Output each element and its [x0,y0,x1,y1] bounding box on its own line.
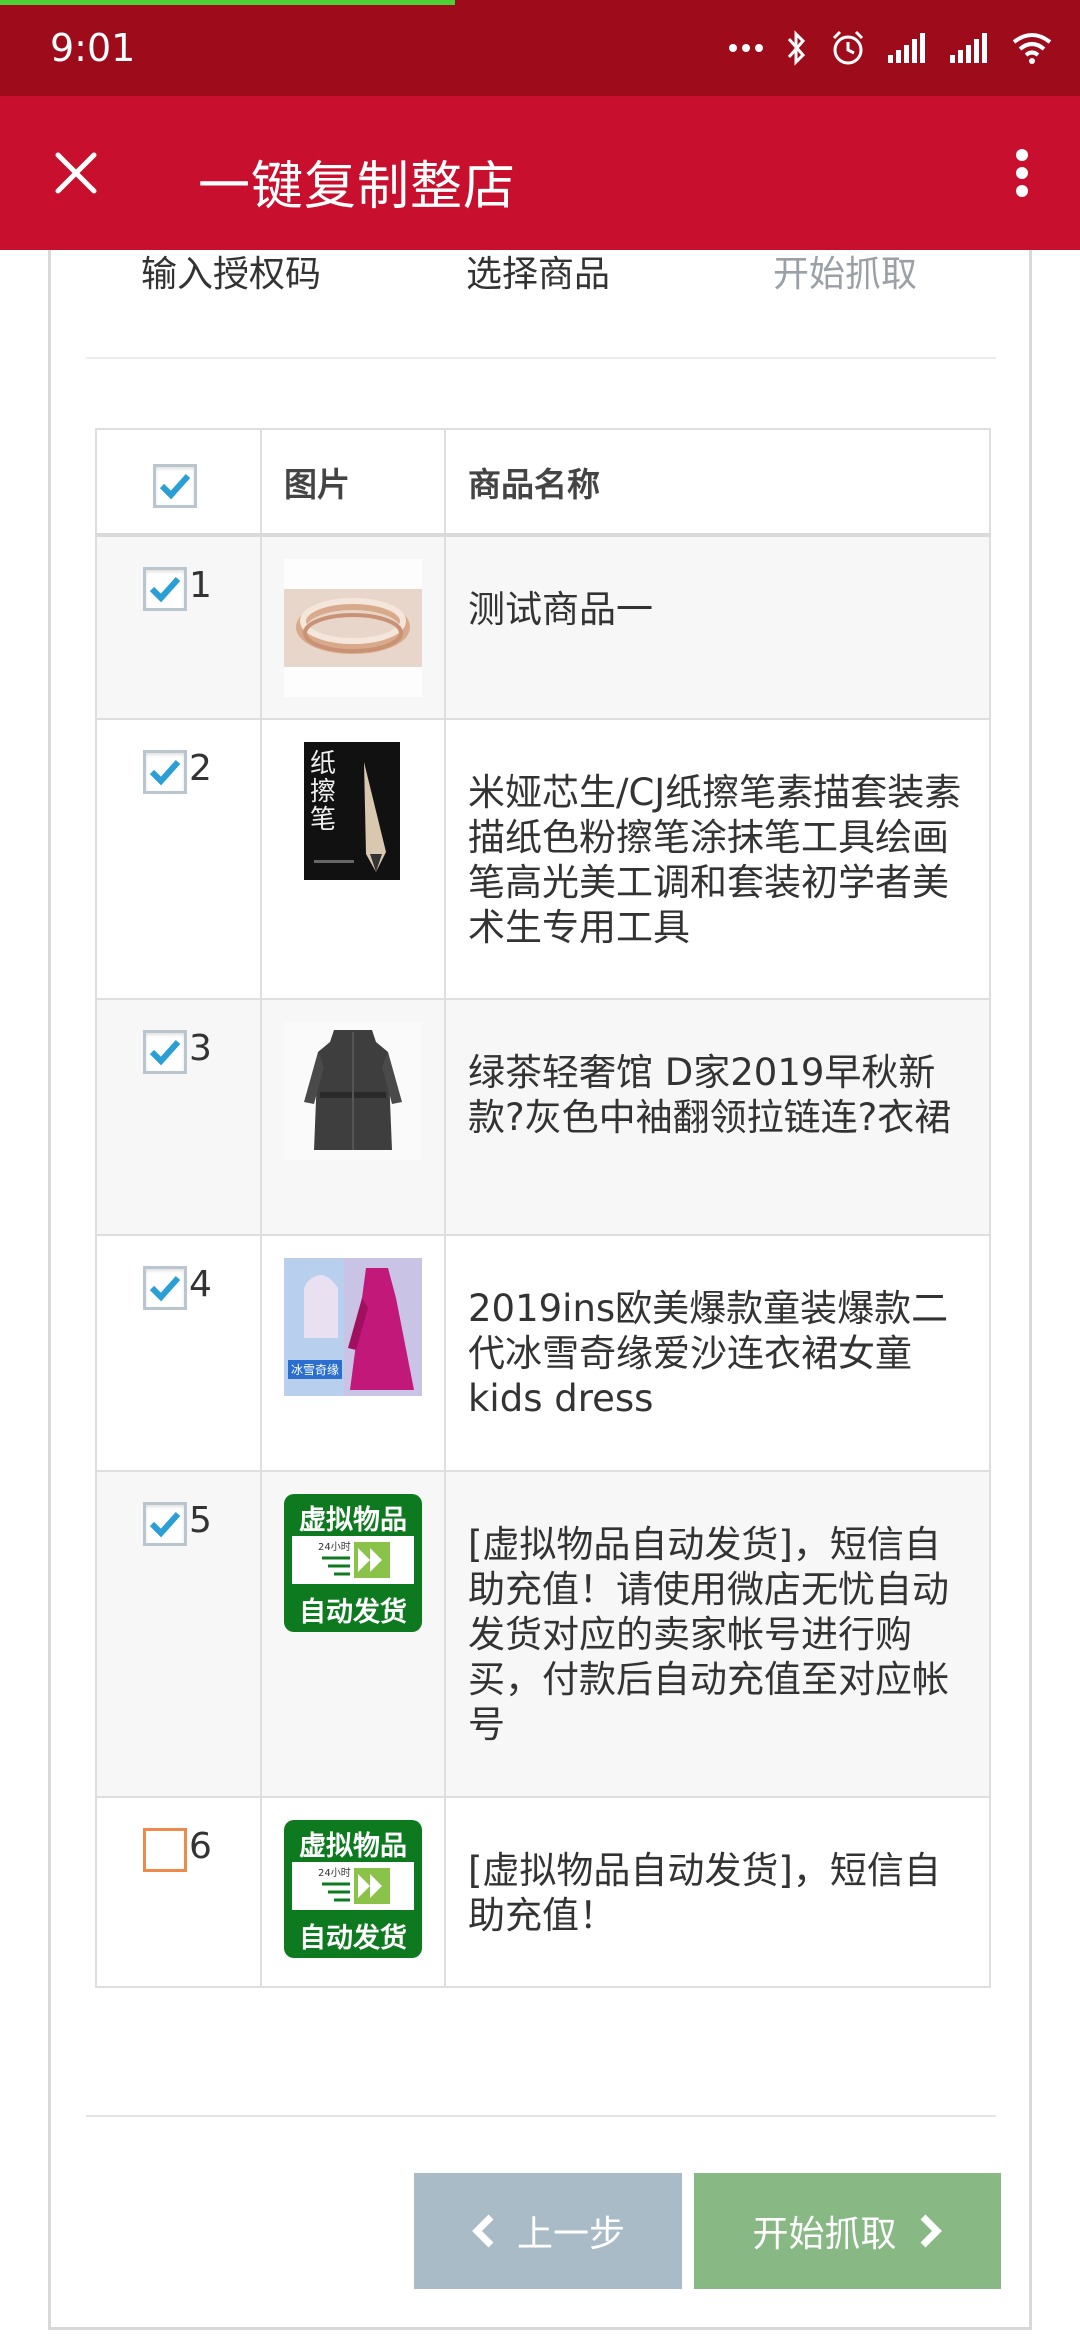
row-number: 2 [189,748,212,789]
check-icon [149,1511,181,1538]
check-icon [149,1275,181,1302]
prev-step-button[interactable]: 上一步 [414,2173,682,2289]
badge-middle: 24小时 [292,1862,414,1910]
table-header-row: 图片 商品名称 [95,428,991,537]
badge-top-text: 虚拟物品 [299,1505,407,1536]
row-number: 6 [189,1826,212,1867]
product-table: 图片 商品名称 1 测试商品一 2 纸擦笔 米娅芯生/CJ纸擦笔素描套装素描纸色… [95,428,991,1988]
row-image-cell: 冰雪奇缘 [260,1234,446,1472]
row-checkbox[interactable] [143,1828,187,1872]
product-name: 测试商品一 [444,534,991,720]
product-name: [虚拟物品自动发货]，短信自助充值！请使用微店无忧自动发货对应的卖家帐号进行购买… [444,1470,991,1798]
product-thumbnail[interactable]: 纸擦笔 [304,742,400,880]
badge-bottom-text: 自动发货 [299,1597,407,1628]
dots-icon [729,44,763,52]
row-checkbox[interactable] [143,750,187,794]
product-thumbnail[interactable] [284,1022,422,1160]
fast-forward-icon [322,1868,390,1904]
status-time: 9:01 [50,26,136,70]
product-thumbnail[interactable]: 虚拟物品 24小时 自动发货 [284,1494,422,1632]
step-auth-code: 输入授权码 [141,254,322,295]
page-load-progress [0,0,455,5]
app-bar: 一键复制整店 [0,96,1080,250]
row-number: 5 [189,1500,212,1541]
row-checkbox[interactable] [143,567,187,611]
row-checkbox[interactable] [143,1030,187,1074]
row-image-cell [260,998,446,1236]
product-name: 绿茶轻奢馆 D家2019早秋新款?灰色中袖翻领拉链连?衣裙 [444,998,991,1236]
table-row: 2 纸擦笔 米娅芯生/CJ纸擦笔素描套装素描纸色粉擦笔涂抹笔工具绘画笔高光美工调… [95,718,991,1000]
row-select-cell: 6 [95,1796,262,1988]
row-select-cell: 3 [95,998,262,1236]
row-number: 1 [189,565,212,606]
badge-bottom-text: 自动发货 [299,1923,407,1954]
page-title: 一键复制整店 [198,157,517,217]
badge-small-text: 24小时 [318,1542,351,1553]
table-row: 6 虚拟物品 24小时 自动发货 [虚拟物品自动发货]，短信自助充值！ [95,1796,991,1988]
row-image-cell: 虚拟物品 24小时 自动发货 [260,1470,446,1798]
badge-middle: 24小时 [292,1536,414,1584]
product-name: [虚拟物品自动发货]，短信自助充值！ [444,1796,991,1988]
close-button[interactable] [40,137,112,209]
status-bar: 9:01 [0,0,1080,96]
table-row: 3 绿茶轻奢馆 D家2019早秋新款?灰色中袖翻领拉链连?衣裙 [95,998,991,1236]
row-image-cell [260,534,446,720]
fast-forward-icon [322,1542,390,1578]
product-thumbnail[interactable] [284,559,422,697]
row-select-cell: 5 [95,1470,262,1798]
divider [86,357,996,359]
select-all-checkbox[interactable] [153,463,197,508]
table-row: 5 虚拟物品 24小时 自动发货 [虚拟物品自动发货]，短信自助充值！请使用微店… [95,1470,991,1798]
row-number: 3 [189,1028,212,1069]
thumbnail-text: 冰雪奇缘 [288,1360,343,1379]
chevron-right-icon [920,2214,942,2248]
check-icon [149,1039,181,1066]
table-row: 1 测试商品一 [95,534,991,720]
more-vert-icon [1016,149,1028,197]
row-image-cell: 纸擦笔 [260,718,446,1000]
step-indicator: 输入授权码 选择商品 开始抓取 [51,250,1029,360]
bluetooth-icon [787,30,806,66]
close-icon [55,152,97,194]
divider [86,2115,996,2117]
product-thumbnail[interactable]: 虚拟物品 24小时 自动发货 [284,1820,422,1958]
row-select-cell: 1 [95,534,262,720]
table-row: 4 冰雪奇缘 2019ins欧美爆款童装爆款二代冰雪奇缘爱沙连衣裙女童 kids… [95,1234,991,1472]
row-select-cell: 4 [95,1234,262,1472]
prev-step-label: 上一步 [516,2214,625,2255]
row-checkbox[interactable] [143,1502,187,1546]
check-icon [149,759,181,786]
signal-icon [950,33,987,63]
more-menu-button[interactable] [986,137,1058,209]
row-image-cell: 虚拟物品 24小时 自动发货 [260,1796,446,1988]
check-icon [159,473,191,499]
product-thumbnail[interactable]: 冰雪奇缘 [284,1258,422,1396]
row-number: 4 [189,1264,212,1305]
product-name: 2019ins欧美爆款童装爆款二代冰雪奇缘爱沙连衣裙女童 kids dress [444,1234,991,1472]
header-select-all [95,428,262,537]
header-image: 图片 [260,428,446,537]
start-fetch-button[interactable]: 开始抓取 [694,2173,1001,2289]
step-select-products: 选择商品 [466,254,611,295]
start-fetch-label: 开始抓取 [752,2214,897,2255]
check-icon [149,576,181,603]
row-checkbox[interactable] [143,1266,187,1310]
header-product-name: 商品名称 [444,428,991,537]
signal-icon [888,33,925,63]
product-name: 米娅芯生/CJ纸擦笔素描套装素描纸色粉擦笔涂抹笔工具绘画笔高光美工调和套装初学者… [444,718,991,1000]
badge-small-text: 24小时 [318,1868,351,1879]
content-card: 输入授权码 选择商品 开始抓取 图片 商品名称 1 测试商品一 2 纸擦笔 米娅… [48,250,1032,2330]
step-start-fetch: 开始抓取 [773,254,918,295]
badge-top-text: 虚拟物品 [299,1831,407,1862]
alarm-icon [832,30,864,65]
thumbnail-text: 纸擦笔 [310,749,337,835]
status-icons [728,26,1052,70]
row-select-cell: 2 [95,718,262,1000]
chevron-left-icon [472,2214,494,2248]
wifi-icon [1012,33,1052,64]
